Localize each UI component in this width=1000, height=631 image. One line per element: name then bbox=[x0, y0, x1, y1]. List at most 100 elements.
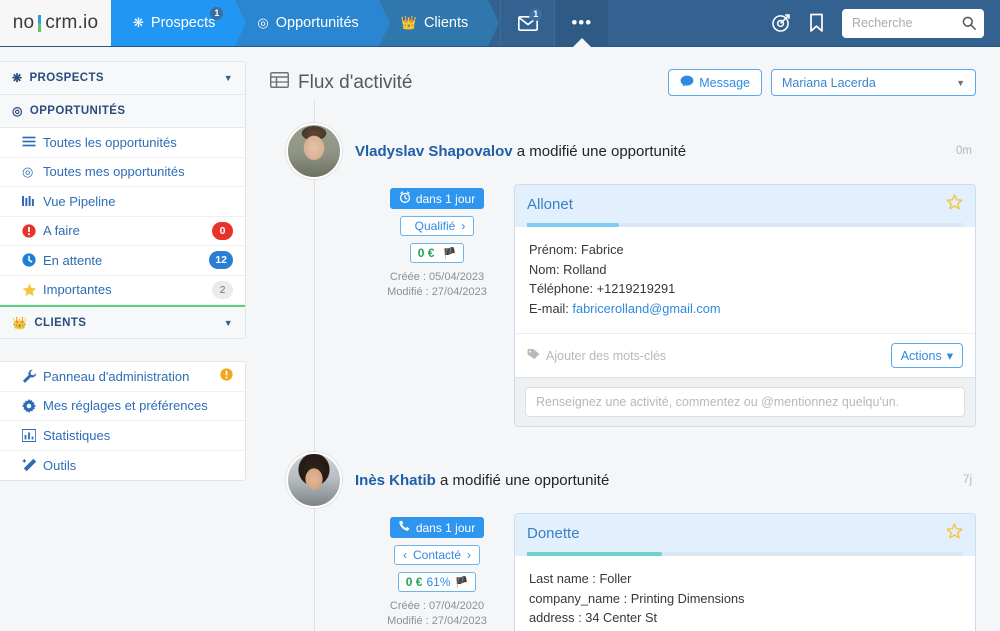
goal-button[interactable] bbox=[771, 13, 791, 33]
sidebar-item-label: Outils bbox=[43, 458, 76, 473]
nav-right-icons bbox=[771, 0, 1000, 46]
opportunity-card-header: Donette bbox=[515, 514, 975, 556]
due-date-tag[interactable]: dans 1 jour bbox=[390, 188, 484, 209]
opportunity-card-header: Allonet bbox=[515, 185, 975, 227]
avatar[interactable] bbox=[286, 123, 342, 179]
opportunity-progress-fill bbox=[527, 223, 619, 227]
opportunity-field: Nom: Rolland bbox=[529, 260, 961, 280]
add-keywords-label: Ajouter des mots-clés bbox=[546, 349, 666, 363]
search-box[interactable] bbox=[842, 9, 984, 38]
pipeline-step-label: Qualifié bbox=[415, 219, 456, 233]
sidebar-group-admin: Panneau d'administration Mes réglages et… bbox=[0, 361, 246, 481]
sidebar-item-toutes-mes-opportunites[interactable]: ◎ Toutes mes opportunités bbox=[0, 158, 245, 188]
amount-tag[interactable]: 0 € 🏴 bbox=[410, 243, 464, 263]
search-input[interactable] bbox=[852, 16, 962, 30]
field-label: company_name : bbox=[529, 591, 627, 606]
field-value: 34 Center St bbox=[585, 610, 657, 625]
asterisk-icon: ❋ bbox=[12, 71, 22, 85]
pipeline-step-tag[interactable]: Qualifié › bbox=[400, 216, 475, 236]
logo-text-post: crm.io bbox=[45, 12, 98, 34]
handshake-icon: 👑 bbox=[401, 15, 417, 31]
feed-entry-time: 0m bbox=[956, 145, 976, 157]
more-menu-button[interactable]: ••• bbox=[554, 0, 608, 46]
opportunity-field: Prénom: Fabrice bbox=[529, 240, 961, 260]
opportunity-card-header-row: Donette bbox=[527, 523, 963, 552]
step-prev-icon[interactable]: ‹ bbox=[403, 548, 407, 562]
nav-tab-prospects[interactable]: ❋ Prospects 1 bbox=[111, 0, 235, 46]
sidebar-item-vue-pipeline[interactable]: Vue Pipeline bbox=[0, 187, 245, 217]
star-outline-icon[interactable] bbox=[946, 194, 963, 215]
actions-button[interactable]: Actions ▾ bbox=[891, 343, 963, 368]
app-logo[interactable]: nocrm.io bbox=[0, 0, 111, 46]
mail-button[interactable]: 1 bbox=[500, 0, 554, 46]
sidebar-item-toutes-les-opportunites[interactable]: Toutes les opportunités bbox=[0, 128, 245, 158]
opportunity-title[interactable]: Donette bbox=[527, 525, 580, 542]
avatar[interactable] bbox=[286, 452, 342, 508]
sidebar-item-a-faire[interactable]: A faire 0 bbox=[0, 217, 245, 247]
flag-icon: 🏴 bbox=[455, 576, 469, 589]
sidebar-item-statistiques[interactable]: Statistiques bbox=[0, 421, 245, 451]
opportunity-fields: Prénom: Fabrice Nom: Rolland Téléphone: … bbox=[515, 227, 975, 333]
email-link[interactable]: fabricerolland@gmail.com bbox=[572, 301, 720, 316]
warning-icon bbox=[220, 368, 233, 384]
page-title-text: Flux d'activité bbox=[298, 72, 413, 94]
sidebar-item-label: Panneau d'administration bbox=[43, 369, 189, 384]
modified-date: Modifié : 27/04/2023 bbox=[387, 286, 487, 298]
gear-icon bbox=[22, 399, 43, 413]
amount-tag[interactable]: 0 € 61% 🏴 bbox=[398, 572, 476, 592]
feed-entry-body: dans 1 jour Qualifié › 0 € 🏴 Créée : bbox=[270, 184, 976, 427]
sidebar-section-prospects[interactable]: ❋ PROSPECTS ▼ bbox=[0, 62, 245, 95]
sidebar-section-clients[interactable]: 👑 CLIENTS ▼ bbox=[0, 305, 245, 338]
feed-entry-author[interactable]: Vladyslav Shapovalov bbox=[355, 143, 513, 160]
mail-badge: 1 bbox=[529, 8, 542, 21]
nav-tab-clients-label: Clients bbox=[424, 15, 468, 31]
logo-divider-icon bbox=[38, 15, 41, 32]
chevron-down-icon: ▼ bbox=[224, 318, 233, 328]
opportunity-card-wrap: Donette Last name : Folle bbox=[514, 513, 976, 631]
sidebar-item-mes-reglages[interactable]: Mes réglages et préférences bbox=[0, 392, 245, 422]
nav-tab-prospects-label: Prospects bbox=[151, 15, 215, 31]
opportunity-card-header-row: Allonet bbox=[527, 194, 963, 223]
clock-icon bbox=[22, 253, 43, 267]
sidebar-item-panneau-administration[interactable]: Panneau d'administration bbox=[0, 362, 245, 392]
sidebar-item-label: Vue Pipeline bbox=[43, 194, 116, 209]
comment-input[interactable] bbox=[525, 387, 965, 417]
step-next-icon[interactable]: › bbox=[467, 548, 471, 562]
feed-entry-action: a modifié une opportunité bbox=[517, 143, 686, 160]
message-button[interactable]: Message bbox=[668, 69, 762, 96]
phone-icon bbox=[399, 520, 411, 535]
handshake-icon: 👑 bbox=[12, 316, 27, 330]
step-next-icon[interactable]: › bbox=[461, 219, 465, 233]
main-header: Flux d'activité Message Mariana Lacerda … bbox=[270, 69, 976, 96]
opportunity-progress bbox=[527, 552, 963, 556]
opportunity-card-wrap: Allonet Prénom: Fabrice bbox=[514, 184, 976, 427]
field-label: address : bbox=[529, 610, 582, 625]
pipeline-step-tag[interactable]: ‹ Contacté › bbox=[394, 545, 480, 565]
feed-entry-author[interactable]: Inès Khatib bbox=[355, 472, 436, 489]
opportunity-field: Last name : Foller bbox=[529, 569, 961, 589]
field-label: Prénom: bbox=[529, 242, 577, 257]
sidebar-item-outils[interactable]: Outils bbox=[0, 451, 245, 481]
nav-tab-clients[interactable]: 👑 Clients bbox=[379, 0, 489, 46]
top-navigation-bar: nocrm.io ❋ Prospects 1 ◎ Opportunités 👑 … bbox=[0, 0, 1000, 47]
opportunity-card: Allonet Prénom: Fabrice bbox=[514, 184, 976, 427]
sidebar-item-en-attente[interactable]: En attente 12 bbox=[0, 246, 245, 276]
sidebar-section-prospects-label: PROSPECTS bbox=[29, 72, 104, 84]
star-outline-icon[interactable] bbox=[946, 523, 963, 544]
amount-value: 0 € bbox=[418, 246, 435, 260]
field-label: Téléphone: bbox=[529, 281, 593, 296]
feed-entry-title: Vladyslav Shapovalov a modifié une oppor… bbox=[355, 143, 686, 160]
sidebar-item-label: Mes réglages et préférences bbox=[43, 398, 208, 413]
sidebar-item-importantes[interactable]: Importantes 2 bbox=[0, 276, 245, 306]
due-date-tag[interactable]: dans 1 jour bbox=[390, 517, 484, 538]
bookmark-button[interactable] bbox=[809, 13, 824, 33]
sidebar-section-opportunites[interactable]: ◎ OPPORTUNITÉS bbox=[0, 95, 245, 128]
tag-icon bbox=[527, 348, 540, 363]
nav-tab-opportunites[interactable]: ◎ Opportunités bbox=[235, 0, 378, 46]
opportunity-title[interactable]: Allonet bbox=[527, 196, 573, 213]
feed-entry: Vladyslav Shapovalov a modifié une oppor… bbox=[270, 122, 976, 427]
table-icon bbox=[270, 72, 289, 93]
add-keywords-button[interactable]: Ajouter des mots-clés bbox=[527, 348, 666, 363]
wrench-icon bbox=[22, 369, 43, 384]
user-select[interactable]: Mariana Lacerda ▼ bbox=[771, 69, 976, 96]
